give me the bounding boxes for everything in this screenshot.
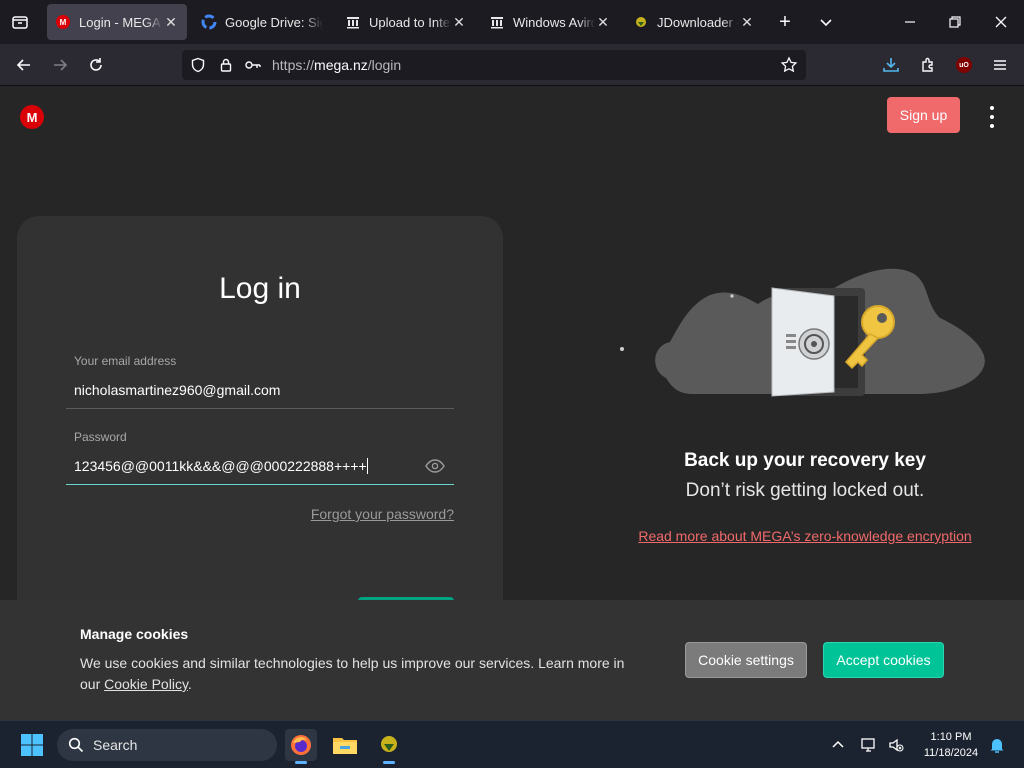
tab-title: JDownloader - Official [657, 14, 739, 30]
tab-title: Login - MEGA [79, 14, 161, 30]
hamburger-menu-icon[interactable] [987, 52, 1013, 78]
active-app-indicator [383, 761, 395, 764]
archive-icon [489, 14, 505, 30]
url-path: /login [367, 57, 402, 73]
address-bar[interactable]: https://mega.nz/login [182, 50, 806, 80]
login-heading: Log in [219, 272, 301, 305]
jdownloader-icon [633, 14, 649, 30]
safe-key-illustration [648, 262, 990, 417]
search-label: Search [93, 737, 138, 753]
email-label: Your email address [74, 354, 177, 368]
close-tab-icon[interactable]: ✕ [739, 14, 755, 31]
new-tab-icon[interactable]: + [775, 12, 795, 32]
restore-window-icon[interactable] [945, 12, 965, 32]
windows-taskbar: Search 1:10 PM 11/18/2024 [0, 720, 1024, 768]
password-field[interactable]: 123456@@0011kk&&&@@@000222888++++ [74, 458, 368, 474]
url-text[interactable]: https://mega.nz/login [272, 57, 401, 73]
password-value: 123456@@0011kk&&&@@@000222888++++ [74, 458, 367, 474]
back-arrow-icon[interactable] [11, 52, 37, 78]
tab-title: Google Drive: Sign-in [225, 14, 323, 30]
active-app-indicator [295, 761, 307, 764]
reload-icon[interactable] [83, 52, 109, 78]
tab-windows-aviro[interactable]: Windows Aviro ✕ [481, 4, 619, 40]
cookie-settings-button[interactable]: Cookie settings [685, 642, 807, 678]
search-icon [68, 737, 84, 758]
tab-title: Upload to Internet Archive [369, 14, 451, 30]
close-window-icon[interactable] [991, 12, 1011, 32]
sign-up-button[interactable]: Sign up [887, 97, 960, 133]
show-password-eye-icon[interactable] [425, 459, 445, 473]
mega-icon: M [55, 14, 71, 30]
forward-arrow-icon[interactable] [47, 52, 73, 78]
cookie-banner: Manage cookies We use cookies and simila… [0, 600, 1024, 720]
clock-time: 1:10 PM [930, 731, 972, 743]
permissions-key-icon[interactable] [244, 57, 262, 78]
sparkle-dot [620, 347, 624, 351]
browser-nav-bar: https://mega.nz/login uO [0, 44, 1024, 86]
zero-knowledge-encryption-link[interactable]: Read more about MEGA’s zero-knowledge en… [600, 528, 1010, 544]
password-underline [66, 484, 454, 485]
mega-logo[interactable]: M [20, 105, 44, 129]
tab-mega-login[interactable]: M Login - MEGA ✕ [47, 4, 187, 40]
cookie-banner-text: We use cookies and similar technologies … [80, 653, 640, 695]
ublock-origin-icon[interactable]: uO [951, 52, 977, 78]
email-underline [66, 408, 454, 409]
firefox-taskbar-icon[interactable] [285, 729, 317, 764]
tab-overview-icon[interactable] [10, 12, 30, 32]
downloads-icon[interactable] [878, 52, 904, 78]
cookie-policy-link[interactable]: Cookie Policy [104, 676, 188, 692]
tab-internet-archive[interactable]: Upload to Internet Archive ✕ [337, 4, 475, 40]
forgot-password-link[interactable]: Forgot your password? [311, 506, 454, 522]
more-options-icon[interactable] [985, 106, 999, 128]
extensions-puzzle-icon[interactable] [915, 52, 941, 78]
tab-google-drive[interactable]: Google Drive: Sign-in [193, 4, 331, 40]
accept-cookies-button[interactable]: Accept cookies [823, 642, 944, 678]
tracking-protection-shield-icon[interactable] [190, 57, 206, 78]
tab-title: Windows Aviro [513, 14, 595, 30]
network-display-icon[interactable] [860, 736, 878, 754]
show-hidden-icons-chevron-icon[interactable] [830, 737, 846, 753]
close-tab-icon[interactable]: ✕ [595, 14, 611, 31]
email-field[interactable]: nicholasmartinez960@gmail.com [74, 382, 280, 398]
jdownloader-taskbar-icon[interactable] [373, 729, 405, 764]
clock-date: 11/18/2024 [923, 747, 979, 759]
close-tab-icon[interactable]: ✕ [163, 14, 179, 31]
list-tabs-chevron-icon[interactable] [816, 12, 836, 32]
archive-icon [345, 14, 361, 30]
google-icon [201, 14, 217, 30]
cookie-banner-suffix: . [187, 676, 192, 692]
taskbar-clock[interactable]: 1:10 PM 11/18/2024 [915, 729, 987, 761]
windows-start-icon[interactable] [16, 729, 48, 761]
close-tab-icon[interactable]: ✕ [451, 14, 467, 31]
browser-tab-bar: M Login - MEGA ✕ Google Drive: Sign-in U… [0, 0, 1024, 44]
url-scheme: https:// [272, 57, 315, 73]
bookmark-star-icon[interactable] [780, 56, 798, 79]
recovery-key-heading: Back up your recovery key [684, 450, 926, 471]
lock-icon[interactable] [218, 57, 234, 78]
minimize-window-icon[interactable] [900, 12, 920, 32]
password-label: Password [74, 430, 127, 444]
text-cursor [366, 458, 368, 474]
volume-muted-icon[interactable] [887, 736, 905, 754]
cookie-banner-title: Manage cookies [80, 626, 189, 642]
tab-jdownloader[interactable]: JDownloader - Official ✕ [625, 4, 763, 40]
file-explorer-taskbar-icon[interactable] [329, 729, 361, 761]
url-host: mega.nz [314, 57, 368, 73]
notification-bell-icon[interactable] [988, 736, 1006, 754]
taskbar-search-box[interactable]: Search [57, 729, 277, 761]
recovery-key-subheading: Don’t risk getting locked out. [685, 480, 925, 501]
